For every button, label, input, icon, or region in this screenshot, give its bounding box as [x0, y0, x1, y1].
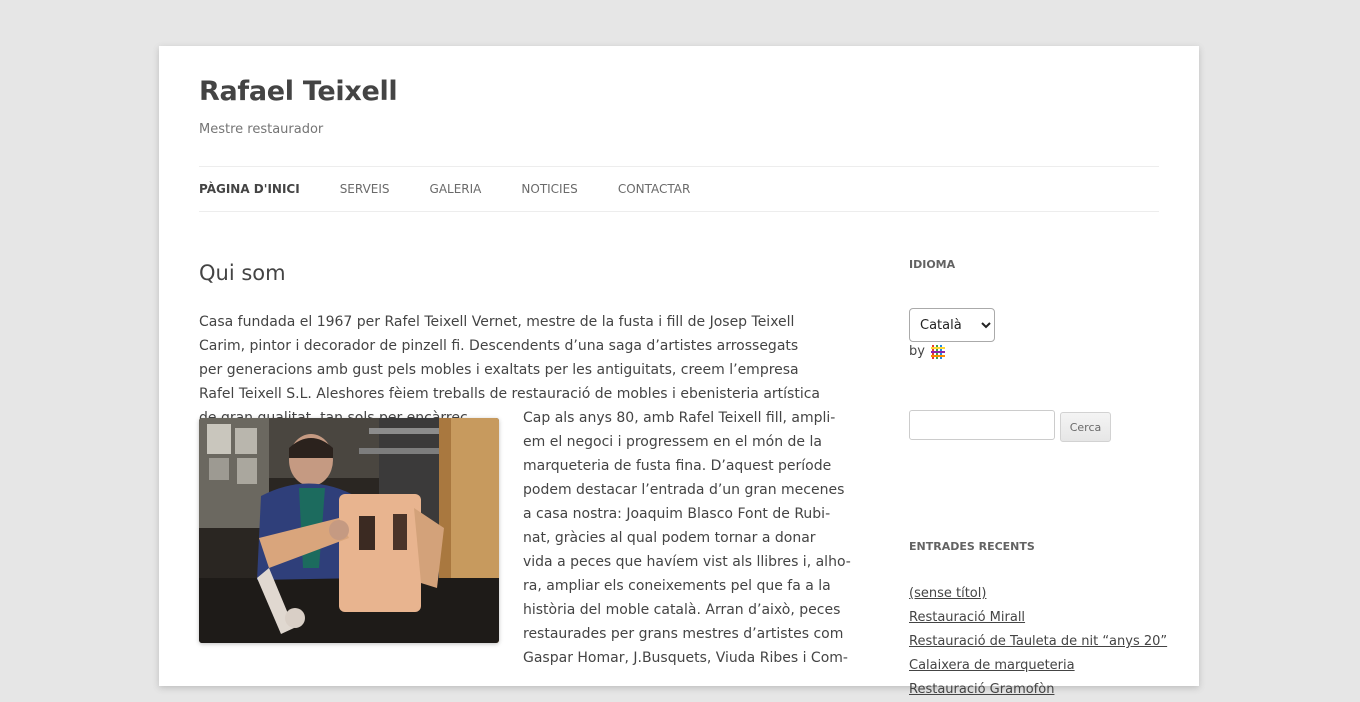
paragraph-line: em el negoci i progressem en el món de l… — [523, 434, 822, 450]
nav-item-contactar[interactable]: Contactar — [618, 182, 691, 196]
recent-post-link[interactable]: Restauració Gramofòn — [909, 682, 1054, 697]
by-line: by — [909, 344, 945, 359]
recent-posts-title: Entrades recents — [909, 540, 1035, 553]
paragraph-line: podem destacar l’entrada d’un gran mecen… — [523, 482, 845, 498]
site-description: Mestre restaurador — [199, 122, 324, 137]
list-item: Restauració Gramofòn — [909, 678, 1167, 702]
language-widget-title: Idioma — [909, 258, 956, 271]
language-select[interactable]: Català — [909, 308, 995, 342]
paragraph-line: marqueteria de fusta fina. D’aquest perí… — [523, 458, 832, 474]
paragraph-line: Cap als anys 80, amb Rafel Teixell fill,… — [523, 410, 836, 426]
paragraph-line: restaurades per grans mestres d’artistes… — [523, 626, 844, 642]
main-content: Qui som Casa fundada el 1967 per Rafel T… — [199, 258, 851, 666]
list-item: Restauració de Tauleta de nit “anys 20” — [909, 630, 1167, 654]
nav-item-home[interactable]: Pàgina d'inici — [199, 182, 300, 196]
search-button[interactable]: Cerca — [1060, 412, 1111, 442]
recent-post-link[interactable]: Calaixera de marqueteria — [909, 658, 1075, 673]
recent-post-link[interactable]: Restauració de Tauleta de nit “anys 20” — [909, 634, 1167, 649]
site-title[interactable]: Rafael Teixell — [199, 76, 398, 107]
translator-plugin-icon[interactable] — [930, 344, 945, 359]
paragraph-line: ra, ampliar els coneixements pel que fa … — [523, 578, 831, 594]
entry-title: Qui som — [199, 261, 286, 285]
paragraph-line: Gaspar Homar, J.Busquets, Viuda Ribes i … — [523, 650, 848, 666]
paragraph-line: vida a peces que havíem vist als llibres… — [523, 554, 851, 570]
craftsman-photo-image — [199, 418, 499, 643]
nav-item-galeria[interactable]: Galeria — [430, 182, 482, 196]
paragraph-line: història del moble català. Arran d’això,… — [523, 602, 841, 618]
nav-item-noticies[interactable]: Noticies — [521, 182, 577, 196]
article-paragraph-2: Cap als anys 80, amb Rafel Teixell fill,… — [523, 406, 851, 670]
search-input[interactable] — [909, 410, 1055, 440]
recent-post-link[interactable]: Restauració Mirall — [909, 610, 1025, 625]
recent-posts-list: (sense títol) Restauració Mirall Restaur… — [909, 582, 1167, 702]
page-container: Rafael Teixell Mestre restaurador Pàgina… — [159, 46, 1199, 697]
by-label: by — [909, 344, 925, 359]
sidebar: Idioma Català by Cerca Entrades recents … — [909, 258, 1167, 697]
list-item: Restauració Mirall — [909, 606, 1167, 630]
list-item: (sense títol) — [909, 582, 1167, 606]
recent-post-link[interactable]: (sense títol) — [909, 586, 986, 601]
list-item: Calaixera de marqueteria — [909, 654, 1167, 678]
main-navigation: Pàgina d'inici Serveis Galeria Noticies … — [199, 166, 1159, 212]
craftsman-photo[interactable] — [199, 418, 499, 643]
paragraph-line: a casa nostra: Joaquim Blasco Font de Ru… — [523, 506, 831, 522]
paragraph-line: nat, gràcies al qual podem tornar a dona… — [523, 530, 816, 546]
nav-item-serveis[interactable]: Serveis — [340, 182, 390, 196]
